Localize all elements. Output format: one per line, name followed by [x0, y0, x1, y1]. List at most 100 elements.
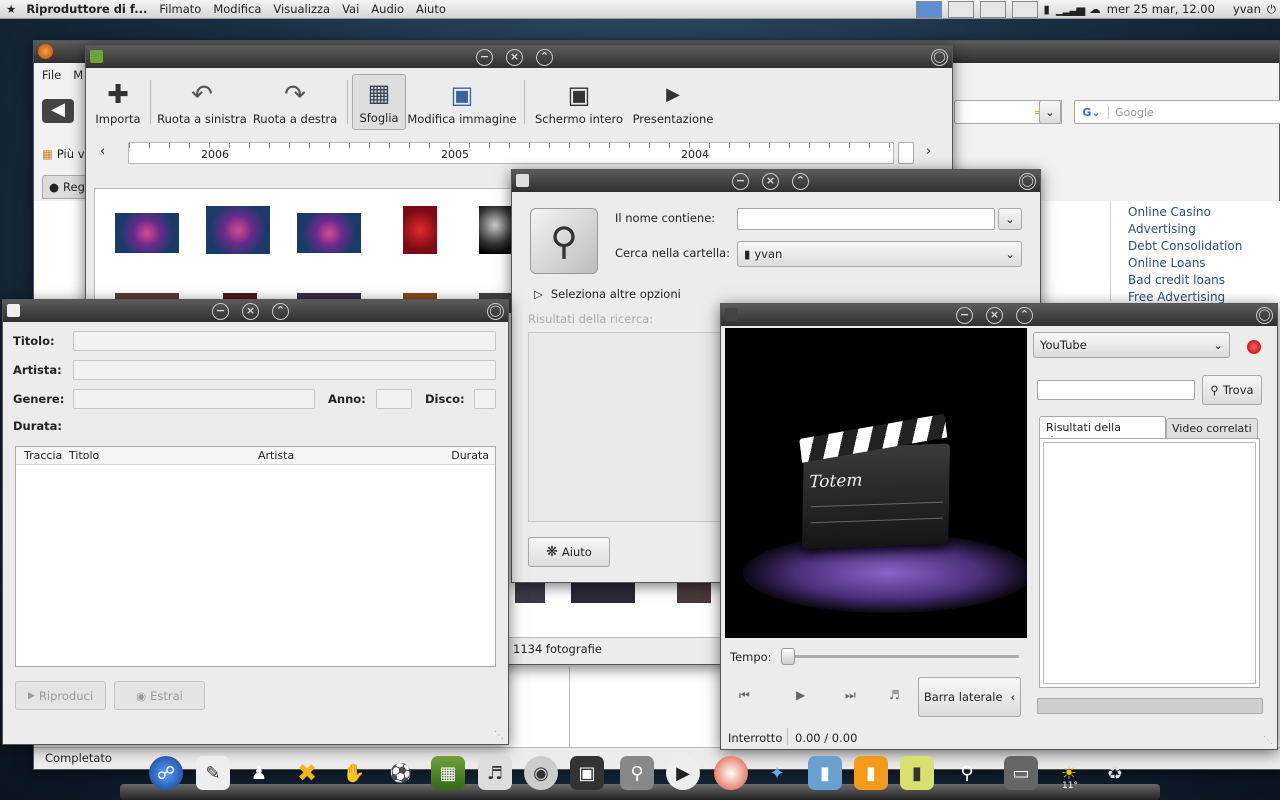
year-field[interactable]: [376, 389, 412, 409]
artist-field[interactable]: [73, 360, 496, 380]
column-duration[interactable]: Durata: [451, 449, 489, 462]
back-button[interactable]: ◀: [42, 99, 74, 123]
photo-thumbnail[interactable]: [571, 583, 635, 603]
dock-totem-icon[interactable]: ▣: [570, 756, 604, 790]
dock-media-player-icon[interactable]: ▶: [666, 756, 700, 790]
dock-search-tool-icon[interactable]: ⚲: [620, 756, 654, 790]
power-icon[interactable]: ⏻: [1267, 2, 1276, 17]
column-track[interactable]: Traccia: [24, 449, 62, 462]
close-button[interactable]: ×: [762, 173, 779, 190]
column-title[interactable]: Titolo: [69, 449, 99, 462]
menu-audio[interactable]: Audio: [365, 2, 410, 16]
timeline-prev-arrow[interactable]: ‹: [100, 144, 105, 159]
help-button[interactable]: ❋ Aiuto: [528, 537, 610, 567]
main-menu-icon[interactable]: ★: [0, 2, 22, 16]
tab-related-videos[interactable]: Video correlati: [1166, 418, 1258, 438]
workspace-3[interactable]: [979, 0, 1006, 18]
window-menu-button[interactable]: ◯: [1256, 307, 1273, 324]
dock-messenger-icon[interactable]: ♟: [242, 756, 276, 790]
seek-handle[interactable]: [781, 648, 795, 665]
dock-trash-icon[interactable]: ♻: [1098, 756, 1132, 790]
timeline[interactable]: 2006 2005 2004: [128, 142, 894, 164]
window-menu-button[interactable]: ◯: [1019, 173, 1036, 190]
edit-image-button[interactable]: ▣ Modifica immagine: [406, 78, 518, 126]
close-button[interactable]: ×: [506, 49, 523, 66]
photo-thumbnail[interactable]: [206, 206, 270, 254]
minimize-button[interactable]: −: [732, 173, 749, 190]
results-list[interactable]: [528, 332, 748, 522]
dock-gimp-icon[interactable]: ⚽: [384, 756, 418, 790]
video-area[interactable]: Totem: [725, 328, 1027, 638]
dock-ripper-icon[interactable]: ♬: [478, 756, 512, 790]
video-search-input[interactable]: [1037, 380, 1195, 400]
photo-thumbnail[interactable]: [403, 206, 437, 254]
find-button[interactable]: ⚲ Trova: [1202, 375, 1262, 405]
user-name[interactable]: yvan: [1233, 2, 1261, 16]
browse-button[interactable]: ▦ Sfoglia: [352, 74, 406, 130]
dock-files-2-icon[interactable]: ▮: [854, 756, 888, 790]
resize-grip[interactable]: ⋱: [494, 730, 504, 741]
name-history-dropdown[interactable]: ⌄: [998, 208, 1022, 230]
resize-grip[interactable]: ⋱: [1263, 735, 1273, 746]
menu-modifica[interactable]: Modifica: [207, 2, 267, 16]
dock-chat-icon[interactable]: ✖: [290, 756, 324, 790]
next-icon[interactable]: ⏭: [845, 688, 856, 703]
firefox-menu-file[interactable]: File: [42, 68, 61, 82]
search-folder-select[interactable]: ▮ yvan ⌄: [737, 241, 1022, 267]
minimize-button[interactable]: −: [956, 307, 973, 324]
timeline-slider-handle[interactable]: [898, 142, 914, 164]
window-menu-button[interactable]: ◯: [487, 303, 504, 320]
close-button[interactable]: ×: [242, 303, 259, 320]
track-list[interactable]: Traccia Titolo Artista Durata: [15, 446, 496, 667]
dock-browser-icon[interactable]: ☍: [149, 756, 183, 790]
dock-fspot-icon[interactable]: ▦: [431, 756, 465, 790]
minimize-button[interactable]: −: [212, 303, 229, 320]
photo-thumbnail[interactable]: [297, 213, 361, 253]
weather-icon[interactable]: ☁: [1089, 2, 1101, 16]
source-select[interactable]: YouTube ⌄: [1033, 332, 1230, 358]
import-button[interactable]: ✚ Importa: [92, 78, 144, 126]
workspace-1[interactable]: [915, 0, 942, 18]
play-pause-icon[interactable]: ▶: [796, 688, 805, 702]
ad-link[interactable]: Free Advertising: [1128, 290, 1242, 304]
close-button[interactable]: ×: [986, 307, 1003, 324]
dock-network-icon[interactable]: ✦: [760, 756, 794, 790]
ad-link[interactable]: Online Loans: [1128, 256, 1242, 270]
window-menu-button[interactable]: ◯: [931, 49, 948, 66]
ad-link[interactable]: Advertising: [1128, 222, 1242, 236]
search-bar[interactable]: G⌄ Google: [1074, 100, 1280, 124]
active-app-name[interactable]: Riproduttore di f...: [22, 2, 153, 16]
dock-cd-burner-icon[interactable]: [714, 756, 748, 790]
google-icon[interactable]: G⌄: [1075, 105, 1109, 119]
column-artist[interactable]: Artista: [258, 449, 294, 462]
photo-thumbnail[interactable]: [115, 213, 179, 253]
dock-files-3-icon[interactable]: ▮: [900, 756, 934, 790]
rotate-right-button[interactable]: ↷ Ruota a destra: [247, 78, 343, 126]
disc-field[interactable]: [474, 389, 496, 409]
maximize-button[interactable]: ⌃: [1016, 307, 1033, 324]
menu-vai[interactable]: Vai: [336, 2, 365, 16]
url-dropdown-button[interactable]: ⌄: [1039, 100, 1061, 124]
timeline-next-arrow[interactable]: ›: [926, 144, 931, 159]
seek-bar[interactable]: [785, 655, 1019, 658]
dock-search-icon[interactable]: ⚲: [950, 756, 984, 790]
maximize-button[interactable]: ⌃: [272, 303, 289, 320]
tab-search-results[interactable]: Risultati della ricerca: [1039, 416, 1166, 447]
volume-icon[interactable]: ♬: [889, 688, 900, 702]
workspace-2[interactable]: [947, 0, 974, 18]
ad-link[interactable]: Debt Consolidation: [1128, 239, 1242, 253]
rotate-left-button[interactable]: ↶ Ruota a sinistra: [157, 78, 247, 126]
menu-aiuto[interactable]: Aiuto: [410, 2, 452, 16]
minimize-button[interactable]: −: [476, 49, 493, 66]
menu-visualizza[interactable]: Visualizza: [267, 2, 336, 16]
genre-field[interactable]: [73, 389, 315, 409]
play-button[interactable]: ▶ Riproduci: [15, 681, 106, 710]
firefox-menu-modifica[interactable]: M: [73, 68, 83, 82]
photo-thumbnail[interactable]: [515, 583, 545, 603]
extract-button[interactable]: ◉ Estrai: [114, 681, 205, 710]
dock-speaker-icon[interactable]: ◉: [524, 756, 558, 790]
ad-link[interactable]: Bad credit loans: [1128, 273, 1242, 287]
clock[interactable]: mer 25 mar, 12.00: [1107, 2, 1215, 16]
bookmark-item[interactable]: Più vi: [57, 147, 88, 161]
dock-files-1-icon[interactable]: ▮: [808, 756, 842, 790]
